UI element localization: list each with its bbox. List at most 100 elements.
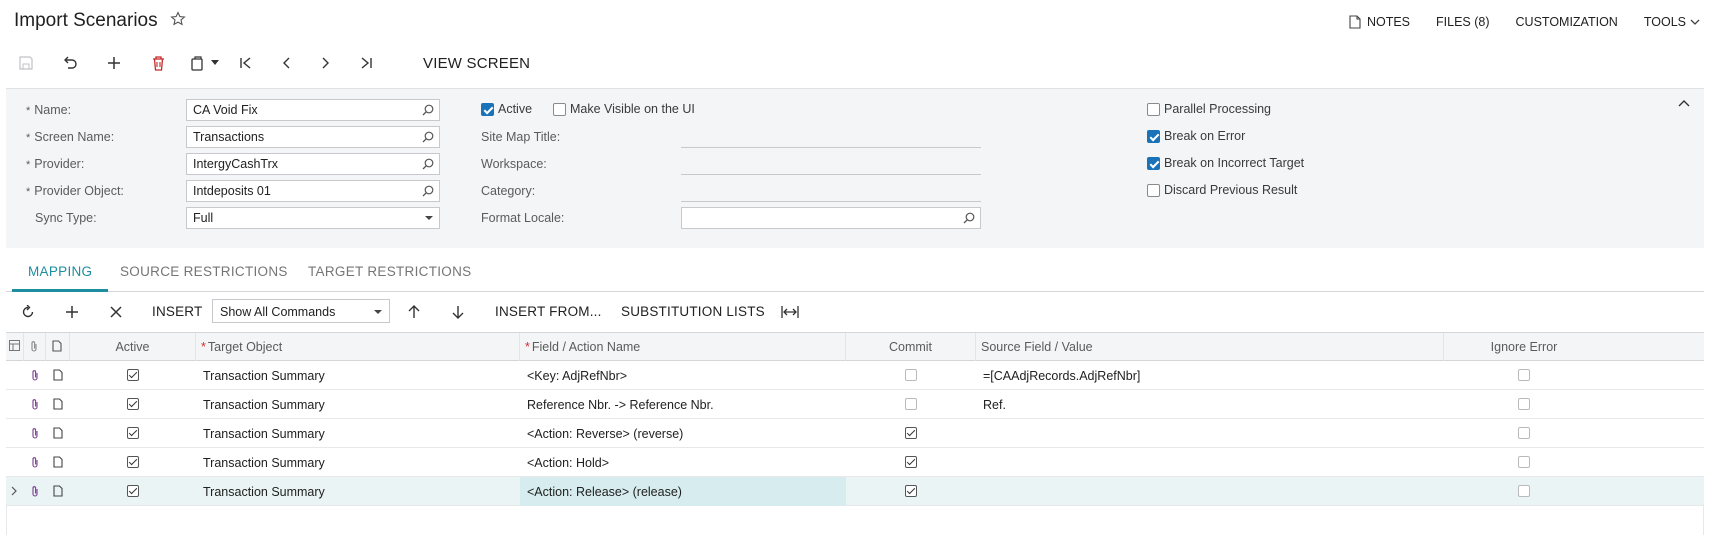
search-icon[interactable] bbox=[422, 158, 434, 170]
commit-cell[interactable] bbox=[846, 390, 976, 419]
make-visible-check[interactable] bbox=[553, 102, 566, 116]
row-note-cell[interactable] bbox=[46, 390, 70, 419]
table-row[interactable]: Transaction Summary <Action: Hold> bbox=[6, 448, 1704, 477]
move-up-button[interactable] bbox=[402, 301, 426, 323]
ignore-error-check[interactable] bbox=[1518, 456, 1530, 468]
delete-button[interactable] bbox=[144, 50, 172, 76]
target-object-cell[interactable]: Transaction Summary bbox=[196, 448, 520, 477]
search-icon[interactable] bbox=[422, 104, 434, 116]
commit-cell[interactable] bbox=[846, 448, 976, 477]
site-map-title-field[interactable] bbox=[681, 147, 981, 148]
discard-previous-result-checkbox[interactable]: Discard Previous Result bbox=[1147, 183, 1297, 197]
source-field-cell[interactable]: Ref. bbox=[976, 390, 1444, 419]
move-down-button[interactable] bbox=[446, 301, 470, 323]
tab-target-restrictions[interactable]: TARGET RESTRICTIONS bbox=[308, 264, 471, 279]
ignore-error-cell[interactable] bbox=[1444, 419, 1604, 448]
ignore-error-check[interactable] bbox=[1518, 369, 1530, 381]
command-filter-select[interactable]: Show All Commands bbox=[212, 299, 390, 323]
row-note-cell[interactable] bbox=[46, 477, 70, 506]
screen-name-field[interactable]: Transactions bbox=[186, 126, 440, 148]
row-attachment-cell[interactable] bbox=[24, 448, 46, 477]
previous-record-button[interactable] bbox=[272, 50, 300, 76]
active-cell[interactable] bbox=[70, 390, 196, 419]
next-record-button[interactable] bbox=[312, 50, 340, 76]
source-field-cell[interactable] bbox=[976, 419, 1444, 448]
ignore-error-cell[interactable] bbox=[1444, 361, 1604, 390]
active-check[interactable] bbox=[127, 398, 139, 410]
table-row[interactable]: Transaction Summary <Action: Reverse> (re… bbox=[6, 419, 1704, 448]
name-field[interactable]: CA Void Fix bbox=[186, 99, 440, 121]
view-screen-button[interactable]: VIEW SCREEN bbox=[423, 55, 530, 72]
active-checkbox[interactable]: Active bbox=[481, 102, 532, 116]
table-row[interactable]: Transaction Summary <Key: AdjRefNbr> =[CAA… bbox=[6, 361, 1704, 390]
row-selector[interactable] bbox=[6, 390, 24, 419]
target-object-cell[interactable]: Transaction Summary bbox=[196, 419, 520, 448]
commit-check[interactable] bbox=[905, 485, 917, 497]
row-selector[interactable] bbox=[6, 419, 24, 448]
field-action-cell[interactable]: Reference Nbr. -> Reference Nbr. bbox=[520, 390, 846, 419]
substitution-lists-button[interactable]: SUBSTITUTION LISTS bbox=[621, 304, 765, 319]
field-action-cell[interactable]: <Action: Release> (release) bbox=[520, 477, 846, 506]
last-record-button[interactable] bbox=[352, 50, 380, 76]
search-icon[interactable] bbox=[422, 185, 434, 197]
break-on-incorrect-target-checkbox[interactable]: Break on Incorrect Target bbox=[1147, 156, 1304, 170]
active-check[interactable] bbox=[127, 427, 139, 439]
active-cell[interactable] bbox=[70, 419, 196, 448]
active-column-header[interactable]: Active bbox=[70, 333, 196, 361]
grid-settings-cell[interactable] bbox=[6, 333, 24, 361]
delete-row-button[interactable] bbox=[104, 301, 128, 323]
active-check[interactable] bbox=[127, 485, 139, 497]
target-object-column-header[interactable]: * Target Object bbox=[196, 333, 520, 361]
active-check[interactable] bbox=[127, 369, 139, 381]
source-field-cell[interactable] bbox=[976, 477, 1444, 506]
break-on-error-checkbox[interactable]: Break on Error bbox=[1147, 129, 1245, 143]
add-row-button[interactable] bbox=[60, 301, 84, 323]
table-row[interactable]: Transaction Summary Reference Nbr. -> Ref… bbox=[6, 390, 1704, 419]
active-cell[interactable] bbox=[70, 477, 196, 506]
category-field[interactable] bbox=[681, 201, 981, 202]
field-action-cell[interactable]: <Key: AdjRefNbr> bbox=[520, 361, 846, 390]
sync-type-select[interactable]: Full bbox=[186, 207, 440, 229]
make-visible-checkbox[interactable]: Make Visible on the UI bbox=[553, 102, 695, 116]
commit-check[interactable] bbox=[905, 369, 917, 381]
refresh-button[interactable] bbox=[16, 301, 40, 323]
break-on-incorrect-target-check[interactable] bbox=[1147, 156, 1160, 170]
commit-cell[interactable] bbox=[846, 361, 976, 390]
active-cell[interactable] bbox=[70, 448, 196, 477]
add-button[interactable] bbox=[100, 50, 128, 76]
source-field-cell[interactable]: =[CAAdjRecords.AdjRefNbr] bbox=[976, 361, 1444, 390]
first-record-button[interactable] bbox=[232, 50, 260, 76]
row-attachment-cell[interactable] bbox=[24, 477, 46, 506]
field-action-cell[interactable]: <Action: Hold> bbox=[520, 448, 846, 477]
ignore-error-column-header[interactable]: Ignore Error bbox=[1444, 333, 1604, 361]
commit-check[interactable] bbox=[905, 398, 917, 410]
search-icon[interactable] bbox=[963, 212, 975, 224]
target-object-cell[interactable]: Transaction Summary bbox=[196, 477, 520, 506]
clipboard-button[interactable] bbox=[186, 50, 224, 76]
ignore-error-check[interactable] bbox=[1518, 398, 1530, 410]
ignore-error-check[interactable] bbox=[1518, 427, 1530, 439]
row-selector[interactable] bbox=[6, 361, 24, 390]
provider-object-field[interactable]: Intdeposits 01 bbox=[186, 180, 440, 202]
active-check[interactable] bbox=[481, 102, 494, 116]
save-button[interactable] bbox=[12, 50, 40, 76]
ignore-error-check[interactable] bbox=[1518, 485, 1530, 497]
star-icon[interactable] bbox=[170, 11, 186, 27]
field-action-cell[interactable]: <Action: Reverse> (reverse) bbox=[520, 419, 846, 448]
tools-link[interactable]: TOOLS bbox=[1644, 15, 1700, 29]
row-selector[interactable] bbox=[6, 448, 24, 477]
commit-cell[interactable] bbox=[846, 477, 976, 506]
search-icon[interactable] bbox=[422, 131, 434, 143]
row-attachment-cell[interactable] bbox=[24, 361, 46, 390]
ignore-error-cell[interactable] bbox=[1444, 448, 1604, 477]
commit-check[interactable] bbox=[905, 427, 917, 439]
row-note-cell[interactable] bbox=[46, 448, 70, 477]
row-note-cell[interactable] bbox=[46, 361, 70, 390]
source-field-cell[interactable] bbox=[976, 448, 1444, 477]
provider-field[interactable]: IntergyCashTrx bbox=[186, 153, 440, 175]
ignore-error-cell[interactable] bbox=[1444, 390, 1604, 419]
format-locale-field[interactable] bbox=[681, 207, 981, 229]
tab-source-restrictions[interactable]: SOURCE RESTRICTIONS bbox=[120, 264, 288, 279]
break-on-error-check[interactable] bbox=[1147, 129, 1160, 143]
row-attachment-cell[interactable] bbox=[24, 419, 46, 448]
